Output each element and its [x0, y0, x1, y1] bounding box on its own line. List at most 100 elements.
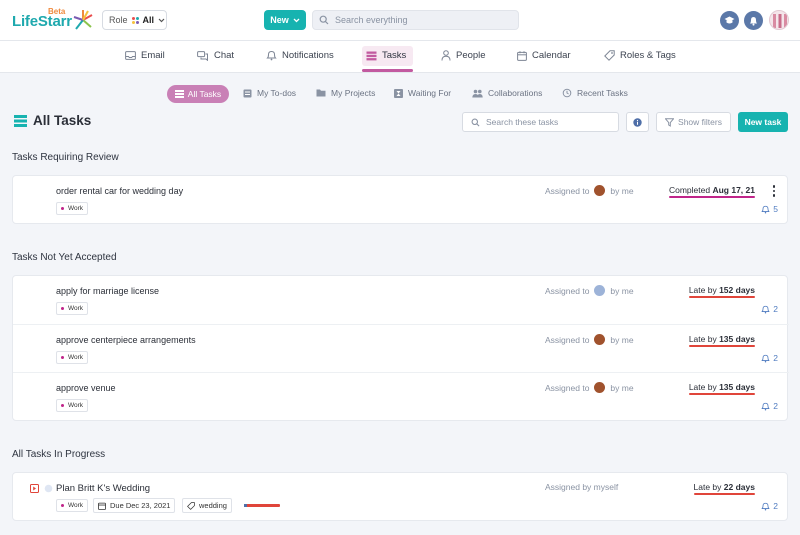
tag-color-dot: [61, 356, 64, 359]
assignee-avatar[interactable]: [594, 382, 606, 393]
search-icon: [471, 118, 480, 126]
assignee-avatar[interactable]: [594, 285, 606, 296]
status-prefix: Late by: [693, 482, 722, 492]
status-circle-icon[interactable]: [44, 484, 53, 493]
task-search-placeholder: Search these tasks: [486, 117, 559, 127]
chevron-down-icon: [293, 18, 300, 22]
global-search-input[interactable]: Search everything: [312, 10, 519, 30]
subnav-my-todos[interactable]: My To-dos: [243, 88, 296, 98]
expand-project-icon[interactable]: [30, 484, 39, 493]
nav-item-calendar[interactable]: Calendar: [517, 50, 571, 61]
role-select[interactable]: Role All: [102, 10, 167, 30]
comment-count[interactable]: 2: [761, 401, 778, 411]
tag-label: Work: [68, 402, 84, 409]
status-text: Late by 152 days: [688, 285, 755, 298]
table-row[interactable]: approve venue Work Assigned to by me Lat…: [13, 372, 789, 420]
tag-color-dot: [61, 404, 64, 407]
assignment-info: Assigned to by me: [545, 285, 634, 296]
nav-item-notifications[interactable]: Notifications: [266, 50, 334, 61]
subnav-collaborations[interactable]: Collaborations: [472, 88, 542, 98]
bell-icon: [761, 402, 771, 411]
status-text: Late by 22 days: [693, 482, 755, 495]
info-icon: [633, 117, 642, 127]
category-tag[interactable]: Work: [56, 302, 89, 315]
bell-icon: [761, 205, 771, 214]
role-dots-icon: [131, 16, 139, 24]
due-date-label: Due Dec 23, 2021: [110, 501, 171, 510]
bell-icon: [761, 354, 771, 363]
wedding-tag[interactable]: wedding: [182, 498, 232, 513]
assignment-info: Assigned to by me: [545, 185, 634, 196]
main-nav: Email Chat Notifications Tasks People Ca…: [0, 41, 800, 73]
task-search-input[interactable]: Search these tasks: [462, 112, 619, 132]
subnav-my-projects[interactable]: My Projects: [316, 88, 375, 98]
table-row[interactable]: approve centerpiece arrangements Work As…: [13, 324, 789, 372]
nav-item-email[interactable]: Email: [125, 50, 165, 61]
task-name[interactable]: Plan Britt K's Wedding: [56, 483, 150, 494]
info-button[interactable]: [626, 112, 649, 132]
status-text: Completed Aug 17, 21: [668, 185, 755, 198]
status-prefix: Late by: [688, 334, 717, 344]
assignee-avatar[interactable]: [594, 334, 606, 345]
notifications-button[interactable]: [744, 11, 763, 30]
new-task-label: New task: [744, 117, 782, 127]
new-button[interactable]: New: [264, 10, 306, 30]
nav-item-people-label: People: [456, 50, 486, 61]
comment-count[interactable]: 2: [761, 501, 778, 511]
nav-item-roles-tags-label: Roles & Tags: [620, 50, 676, 61]
mail-icon: [125, 51, 136, 60]
graduation-cap-button[interactable]: [720, 11, 739, 30]
bell-icon: [761, 305, 771, 314]
more-options-icon[interactable]: [772, 185, 775, 197]
new-task-button[interactable]: New task: [738, 112, 788, 132]
bell-icon: [761, 502, 771, 511]
tasks-icon: [366, 51, 377, 60]
status-underline: [693, 493, 755, 495]
task-name[interactable]: approve centerpiece arrangements: [56, 335, 196, 345]
category-tag[interactable]: Work: [56, 499, 89, 512]
table-row[interactable]: order rental car for wedding day Work As…: [13, 176, 789, 224]
nav-item-chat-label: Chat: [214, 50, 235, 61]
category-tag[interactable]: Work: [56, 202, 89, 215]
subnav-waiting-for[interactable]: Waiting For: [394, 88, 451, 98]
global-search-placeholder: Search everything: [335, 15, 408, 25]
comment-count[interactable]: 5: [761, 204, 778, 214]
bell-icon: [750, 16, 757, 26]
hourglass-icon: [394, 88, 403, 98]
assigned-suffix: by me: [610, 382, 634, 393]
tag-color-dot: [61, 504, 64, 507]
task-name[interactable]: approve venue: [56, 383, 116, 393]
show-filters-button[interactable]: Show filters: [656, 112, 731, 132]
subnav-all-tasks[interactable]: All Tasks: [167, 85, 229, 103]
tag-icon: [187, 501, 195, 510]
tag-label: Work: [68, 502, 84, 509]
category-tag[interactable]: Work: [56, 399, 89, 412]
nav-active-underline: [362, 69, 413, 72]
chat-icon: [197, 50, 208, 61]
assigned-prefix: Assigned to: [545, 334, 590, 345]
assignment-info: Assigned by myself: [545, 482, 618, 492]
count-value: 2: [773, 401, 778, 411]
due-date-badge[interactable]: Due Dec 23, 2021: [93, 498, 176, 513]
tag-color-dot: [61, 207, 64, 210]
user-avatar[interactable]: [769, 10, 789, 30]
progress-bar-marker: [244, 504, 247, 507]
tag-color-dot: [61, 307, 64, 310]
comment-count[interactable]: 2: [761, 304, 778, 314]
task-name[interactable]: order rental car for wedding day: [56, 186, 183, 196]
nav-item-chat[interactable]: Chat: [197, 50, 234, 61]
comment-count[interactable]: 2: [761, 353, 778, 363]
page-title-text: All Tasks: [33, 113, 92, 128]
nav-item-tasks[interactable]: Tasks: [366, 50, 406, 61]
nav-item-people[interactable]: People: [441, 50, 486, 61]
assignee-avatar[interactable]: [594, 185, 606, 196]
category-tag[interactable]: Work: [56, 351, 89, 364]
table-row[interactable]: Plan Britt K's Wedding Work Due Dec 23, …: [13, 473, 789, 521]
calendar-icon: [517, 50, 527, 61]
tag-label: Work: [68, 354, 84, 361]
nav-item-roles-tags[interactable]: Roles & Tags: [604, 50, 676, 61]
subnav-recent-tasks[interactable]: Recent Tasks: [562, 88, 628, 98]
subnav-recent-tasks-label: Recent Tasks: [577, 88, 628, 98]
task-name[interactable]: apply for marriage license: [56, 286, 159, 296]
table-row[interactable]: apply for marriage license Work Assigned…: [13, 276, 789, 324]
